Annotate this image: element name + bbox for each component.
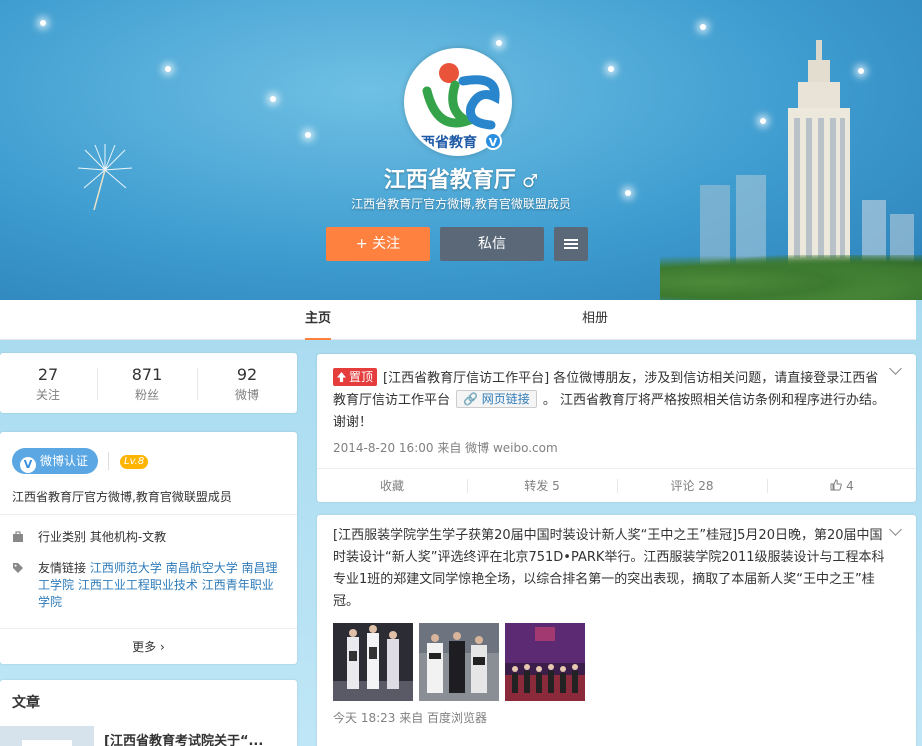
post-meta[interactable]: 今天 18:23 来自 百度浏览器 xyxy=(333,709,487,726)
chevron-down-icon[interactable] xyxy=(889,362,902,375)
feed-post: 置顶 [江西省教育厅信访工作平台] 各位微博朋友，涉及到信访相关问题，请直接登录江… xyxy=(317,354,916,502)
sparkle xyxy=(270,96,276,102)
sparkle xyxy=(760,118,766,124)
level-badge[interactable]: Lv.8 xyxy=(120,455,149,469)
stat-value: 871 xyxy=(131,365,163,384)
pinned-badge: 置顶 xyxy=(333,368,378,386)
like-count: 4 xyxy=(846,479,854,493)
divider xyxy=(0,628,297,629)
sparkle xyxy=(496,40,502,46)
post-image[interactable] xyxy=(505,623,585,701)
chevron-right-icon: › xyxy=(160,640,165,654)
industry-row: 行业类别 其他机构-文教 xyxy=(12,529,282,546)
svg-text:西省教育: 西省教育 xyxy=(421,134,477,151)
divider xyxy=(0,514,297,515)
post-text: [江西服装学院学生学子获第20届中国时装设计新人奖“王中之王”桂冠]5月20日晚… xyxy=(333,528,885,609)
stat-followers[interactable]: 871 粉丝 xyxy=(99,365,195,403)
tag-icon xyxy=(13,563,23,573)
link-icon: 🔗 xyxy=(463,392,478,406)
article-thumbnail[interactable] xyxy=(0,726,94,746)
divider xyxy=(197,368,198,400)
chevron-down-icon[interactable] xyxy=(889,523,902,536)
more-label: 更多 xyxy=(132,640,157,654)
briefcase-icon xyxy=(13,531,23,542)
divider xyxy=(97,368,98,400)
verified-v-icon: V xyxy=(20,457,36,473)
favorite-button[interactable]: 收藏 xyxy=(317,469,467,503)
like-button[interactable]: 4 xyxy=(767,469,917,503)
profile-description: 江西省教育厅官方微博,教育官微联盟成员 xyxy=(351,197,571,211)
verified-description: 江西省教育厅官方微博,教育官微联盟成员 xyxy=(12,490,232,504)
stat-label: 微博 xyxy=(234,388,259,402)
trees-illustration xyxy=(660,255,922,300)
weibo-verified-badge[interactable]: V 微博认证 xyxy=(12,448,98,474)
friend-link[interactable]: 南昌航空大学 xyxy=(166,561,238,575)
post-actions: 收藏 转发 5 评论 28 4 xyxy=(317,468,916,502)
stats-card: 27 关注 871 粉丝 92 微博 xyxy=(0,353,297,413)
menu-icon xyxy=(564,239,578,249)
pinned-label: 置顶 xyxy=(349,370,374,384)
more-info-link[interactable]: 更多 › xyxy=(0,638,297,655)
tab-home[interactable]: 主页 xyxy=(305,300,332,340)
male-icon: ♂ xyxy=(521,171,539,192)
sparkle xyxy=(305,132,311,138)
profile-name: 江西省教育厅 xyxy=(383,168,516,193)
stat-label: 关注 xyxy=(35,388,60,402)
stat-label: 粉丝 xyxy=(134,388,159,402)
follow-button[interactable]: + 关注 xyxy=(326,227,430,261)
comment-button[interactable]: 评论 28 xyxy=(617,469,767,503)
article-title[interactable]: [江西省教育考试院关于“... xyxy=(104,730,263,746)
articles-heading: 文章 xyxy=(12,695,40,711)
friend-link[interactable]: 江西师范大学 xyxy=(90,561,162,575)
stat-following[interactable]: 27 关注 xyxy=(0,365,96,403)
sparkle xyxy=(608,66,614,72)
verify-label: 微博认证 xyxy=(40,454,89,468)
thumbs-up-icon xyxy=(830,479,842,491)
links-row: 友情链接 江西师范大学 南昌航空大学 南昌理工学院 江西工业工程职业技术 江西青… xyxy=(12,560,282,611)
friend-link[interactable]: 江西工业工程职业技术 xyxy=(78,578,198,592)
feed-post: [江西服装学院学生学子获第20届中国时装设计新人奖“王中之王”桂冠]5月20日晚… xyxy=(317,515,916,746)
links-label: 友情链接 xyxy=(38,561,87,575)
post-image[interactable] xyxy=(419,623,499,701)
sparkle xyxy=(700,24,706,30)
profile-info-card: V 微博认证 Lv.8 江西省教育厅官方微博,教育官微联盟成员 行业类别 其他机构… xyxy=(0,432,297,664)
post-text: 置顶 [江西省教育厅信访工作平台] 各位微博朋友，涉及到信访相关问题，请直接登录江… xyxy=(333,368,888,434)
tower-illustration xyxy=(788,40,850,270)
sparkle xyxy=(165,66,171,72)
web-link-label: 网页链接 xyxy=(481,392,530,406)
sparkle xyxy=(40,20,46,26)
stat-value: 92 xyxy=(236,365,258,384)
industry-label: 行业类别 xyxy=(38,530,87,544)
repost-button[interactable]: 转发 5 xyxy=(467,469,617,503)
divider xyxy=(108,452,109,470)
message-button[interactable]: 私信 xyxy=(440,227,544,261)
articles-card: 文章 [江西省教育考试院关于“... xyxy=(0,680,297,746)
tab-album[interactable]: 相册 xyxy=(582,300,608,340)
post-meta[interactable]: 2014-8-20 16:00 来自 微博 weibo.com xyxy=(333,439,558,456)
more-menu-button[interactable] xyxy=(554,227,588,261)
web-link[interactable]: 🔗 网页链接 xyxy=(456,390,537,408)
profile-cover: 西省教育 V 江西省教育厅 ♂ 江西省教育厅官方微博,教育官微联盟成员 + 关注 … xyxy=(0,0,922,300)
industry-value: 其他机构-文教 xyxy=(89,530,167,544)
stat-posts[interactable]: 92 微博 xyxy=(199,365,295,403)
pin-arrow-icon xyxy=(337,372,346,382)
stat-value: 27 xyxy=(37,365,59,384)
post-image[interactable] xyxy=(333,623,413,701)
profile-tabs: 主页 相册 xyxy=(0,300,916,340)
verified-icon: V xyxy=(484,132,502,150)
